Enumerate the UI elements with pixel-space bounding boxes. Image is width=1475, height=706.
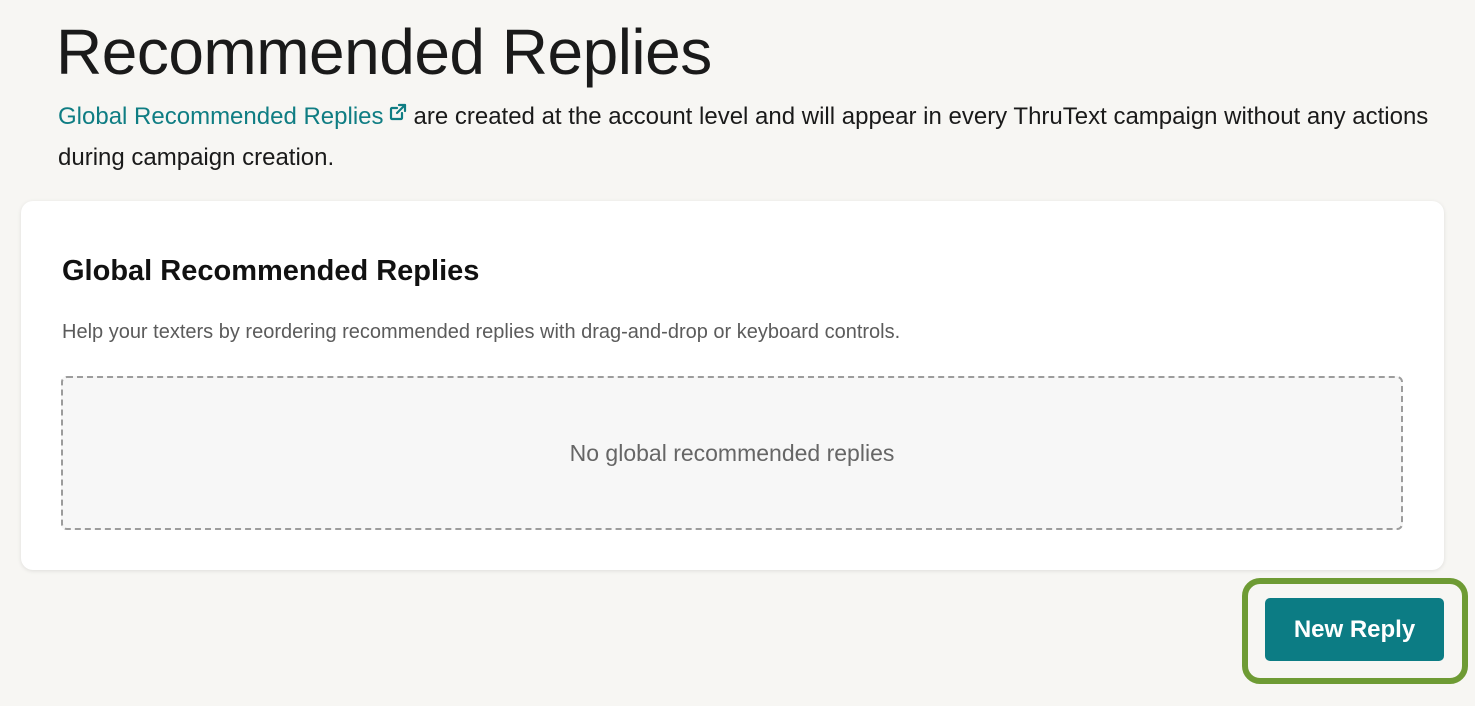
- replies-drop-zone: No global recommended replies: [61, 376, 1403, 530]
- intro-paragraph: Global Recommended Replies are created at…: [58, 94, 1448, 178]
- new-reply-button[interactable]: New Reply: [1265, 598, 1444, 661]
- card-description: Help your texters by reordering recommen…: [62, 321, 901, 343]
- external-link-icon: [388, 94, 408, 135]
- global-recommended-replies-link[interactable]: Global Recommended Replies: [58, 103, 414, 130]
- page-title: Recommended Replies: [56, 16, 712, 88]
- empty-state-message: No global recommended replies: [569, 439, 895, 466]
- intro-link-label: Global Recommended Replies: [58, 103, 384, 130]
- card-title: Global Recommended Replies: [62, 255, 480, 287]
- global-replies-card: Global Recommended Replies Help your tex…: [21, 201, 1444, 570]
